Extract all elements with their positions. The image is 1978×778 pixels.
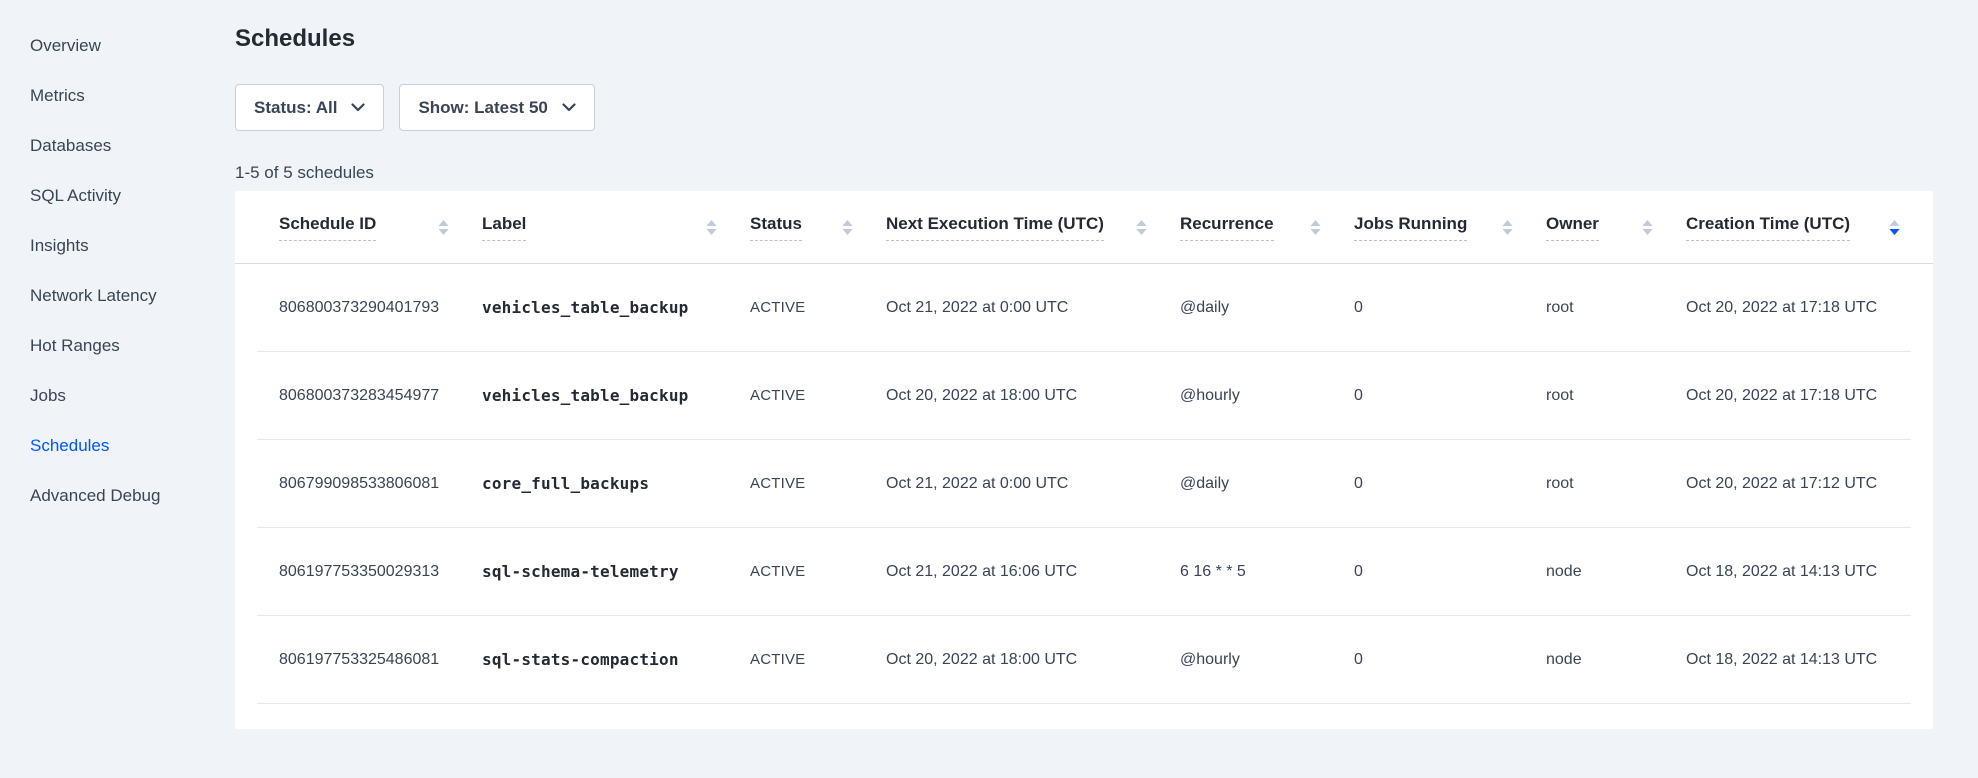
status-filter-dropdown[interactable]: Status: All (235, 84, 384, 131)
next-execution-cell: Oct 20, 2022 at 18:00 UTC (886, 387, 1180, 405)
owner-cell: root (1546, 387, 1686, 405)
show-filter-label: Show: Latest 50 (418, 98, 547, 118)
sidebar-item-schedules[interactable]: Schedules (30, 436, 235, 456)
owner-cell: root (1546, 299, 1686, 317)
jobs-running-cell: 0 (1354, 299, 1546, 317)
status-cell: ACTIVE (750, 387, 886, 404)
table-row: 806800373283454977 vehicles_table_backup… (257, 352, 1911, 440)
label-cell: vehicles_table_backup (482, 298, 750, 317)
next-execution-cell: Oct 21, 2022 at 0:00 UTC (886, 475, 1180, 493)
schedules-table-header: Schedule ID Label Status Next Execution … (235, 191, 1933, 264)
schedule-id-cell: 806197753350029313 (257, 563, 482, 581)
sidebar-item-network-latency[interactable]: Network Latency (30, 286, 235, 306)
sort-icon[interactable] (842, 220, 853, 235)
status-cell: ACTIVE (750, 563, 886, 580)
owner-cell: root (1546, 475, 1686, 493)
jobs-running-cell: 0 (1354, 475, 1546, 493)
sidebar-item-sql-activity[interactable]: SQL Activity (30, 186, 235, 206)
jobs-running-cell: 0 (1354, 651, 1546, 669)
sidebar-item-advanced-debug[interactable]: Advanced Debug (30, 486, 235, 506)
status-cell: ACTIVE (750, 651, 886, 668)
sidebar-item-overview[interactable]: Overview (30, 36, 235, 56)
table-row: 806800373290401793 vehicles_table_backup… (257, 264, 1911, 352)
db-console-app: Overview Metrics Databases SQL Activity Insi… (0, 0, 1978, 778)
schedule-id-cell: 806197753325486081 (257, 651, 482, 669)
column-header-schedule-id[interactable]: Schedule ID (235, 214, 482, 241)
recurrence-cell: @hourly (1180, 651, 1354, 669)
table-row: 806197753325486081 sql-stats-compaction … (257, 616, 1911, 704)
schedule-id-cell: 806800373283454977 (257, 387, 482, 405)
page-title: Schedules (235, 24, 1978, 54)
sort-icon[interactable] (1310, 220, 1321, 235)
column-header-next-execution[interactable]: Next Execution Time (UTC) (886, 214, 1180, 241)
recurrence-cell: @daily (1180, 475, 1354, 493)
label-cell: sql-stats-compaction (482, 650, 750, 669)
chevron-down-icon (351, 103, 365, 112)
creation-time-cell: Oct 20, 2022 at 17:18 UTC (1686, 387, 1911, 405)
column-header-jobs-running[interactable]: Jobs Running (1354, 214, 1546, 241)
table-row: 806799098533806081 core_full_backups ACT… (257, 440, 1911, 528)
results-count: 1-5 of 5 schedules (235, 163, 1978, 183)
next-execution-cell: Oct 21, 2022 at 16:06 UTC (886, 563, 1180, 581)
table-row: 806197753350029313 sql-schema-telemetry … (257, 528, 1911, 616)
schedules-table-body: 806800373290401793 vehicles_table_backup… (235, 264, 1933, 704)
sidebar-nav: Overview Metrics Databases SQL Activity Insi… (0, 0, 235, 778)
filter-bar: Status: All Show: Latest 50 (235, 84, 1978, 131)
recurrence-cell: @hourly (1180, 387, 1354, 405)
sidebar-item-insights[interactable]: Insights (30, 236, 235, 256)
label-cell: core_full_backups (482, 474, 750, 493)
next-execution-cell: Oct 21, 2022 at 0:00 UTC (886, 299, 1180, 317)
schedules-table-card: Schedule ID Label Status Next Execution … (235, 191, 1933, 729)
owner-cell: node (1546, 563, 1686, 581)
sort-icon[interactable] (706, 220, 717, 235)
recurrence-cell: @daily (1180, 299, 1354, 317)
jobs-running-cell: 0 (1354, 387, 1546, 405)
sidebar-item-metrics[interactable]: Metrics (30, 86, 235, 106)
next-execution-cell: Oct 20, 2022 at 18:00 UTC (886, 651, 1180, 669)
jobs-running-cell: 0 (1354, 563, 1546, 581)
column-header-label[interactable]: Label (482, 214, 750, 241)
creation-time-cell: Oct 20, 2022 at 17:18 UTC (1686, 299, 1911, 317)
creation-time-cell: Oct 18, 2022 at 14:13 UTC (1686, 563, 1911, 581)
sort-icon[interactable] (1502, 220, 1513, 235)
column-header-creation-time[interactable]: Creation Time (UTC) (1686, 214, 1933, 241)
status-filter-label: Status: All (254, 98, 337, 118)
owner-cell: node (1546, 651, 1686, 669)
main-content: Schedules Status: All Show: Latest 50 1-… (235, 0, 1978, 778)
sort-icon[interactable] (1889, 220, 1900, 235)
label-cell: sql-schema-telemetry (482, 562, 750, 581)
column-header-owner[interactable]: Owner (1546, 214, 1686, 241)
sidebar-item-jobs[interactable]: Jobs (30, 386, 235, 406)
recurrence-cell: 6 16 * * 5 (1180, 563, 1354, 581)
status-cell: ACTIVE (750, 475, 886, 492)
sidebar-item-hot-ranges[interactable]: Hot Ranges (30, 336, 235, 356)
sort-icon[interactable] (438, 220, 449, 235)
sort-icon[interactable] (1642, 220, 1653, 235)
column-header-status[interactable]: Status (750, 214, 886, 241)
schedule-id-cell: 806800373290401793 (257, 299, 482, 317)
sort-icon[interactable] (1136, 220, 1147, 235)
chevron-down-icon (562, 103, 576, 112)
schedule-id-cell: 806799098533806081 (257, 475, 482, 493)
status-cell: ACTIVE (750, 299, 886, 316)
label-cell: vehicles_table_backup (482, 386, 750, 405)
creation-time-cell: Oct 20, 2022 at 17:12 UTC (1686, 475, 1911, 493)
show-filter-dropdown[interactable]: Show: Latest 50 (399, 84, 594, 131)
column-header-recurrence[interactable]: Recurrence (1180, 214, 1354, 241)
sidebar-item-databases[interactable]: Databases (30, 136, 235, 156)
creation-time-cell: Oct 18, 2022 at 14:13 UTC (1686, 651, 1911, 669)
